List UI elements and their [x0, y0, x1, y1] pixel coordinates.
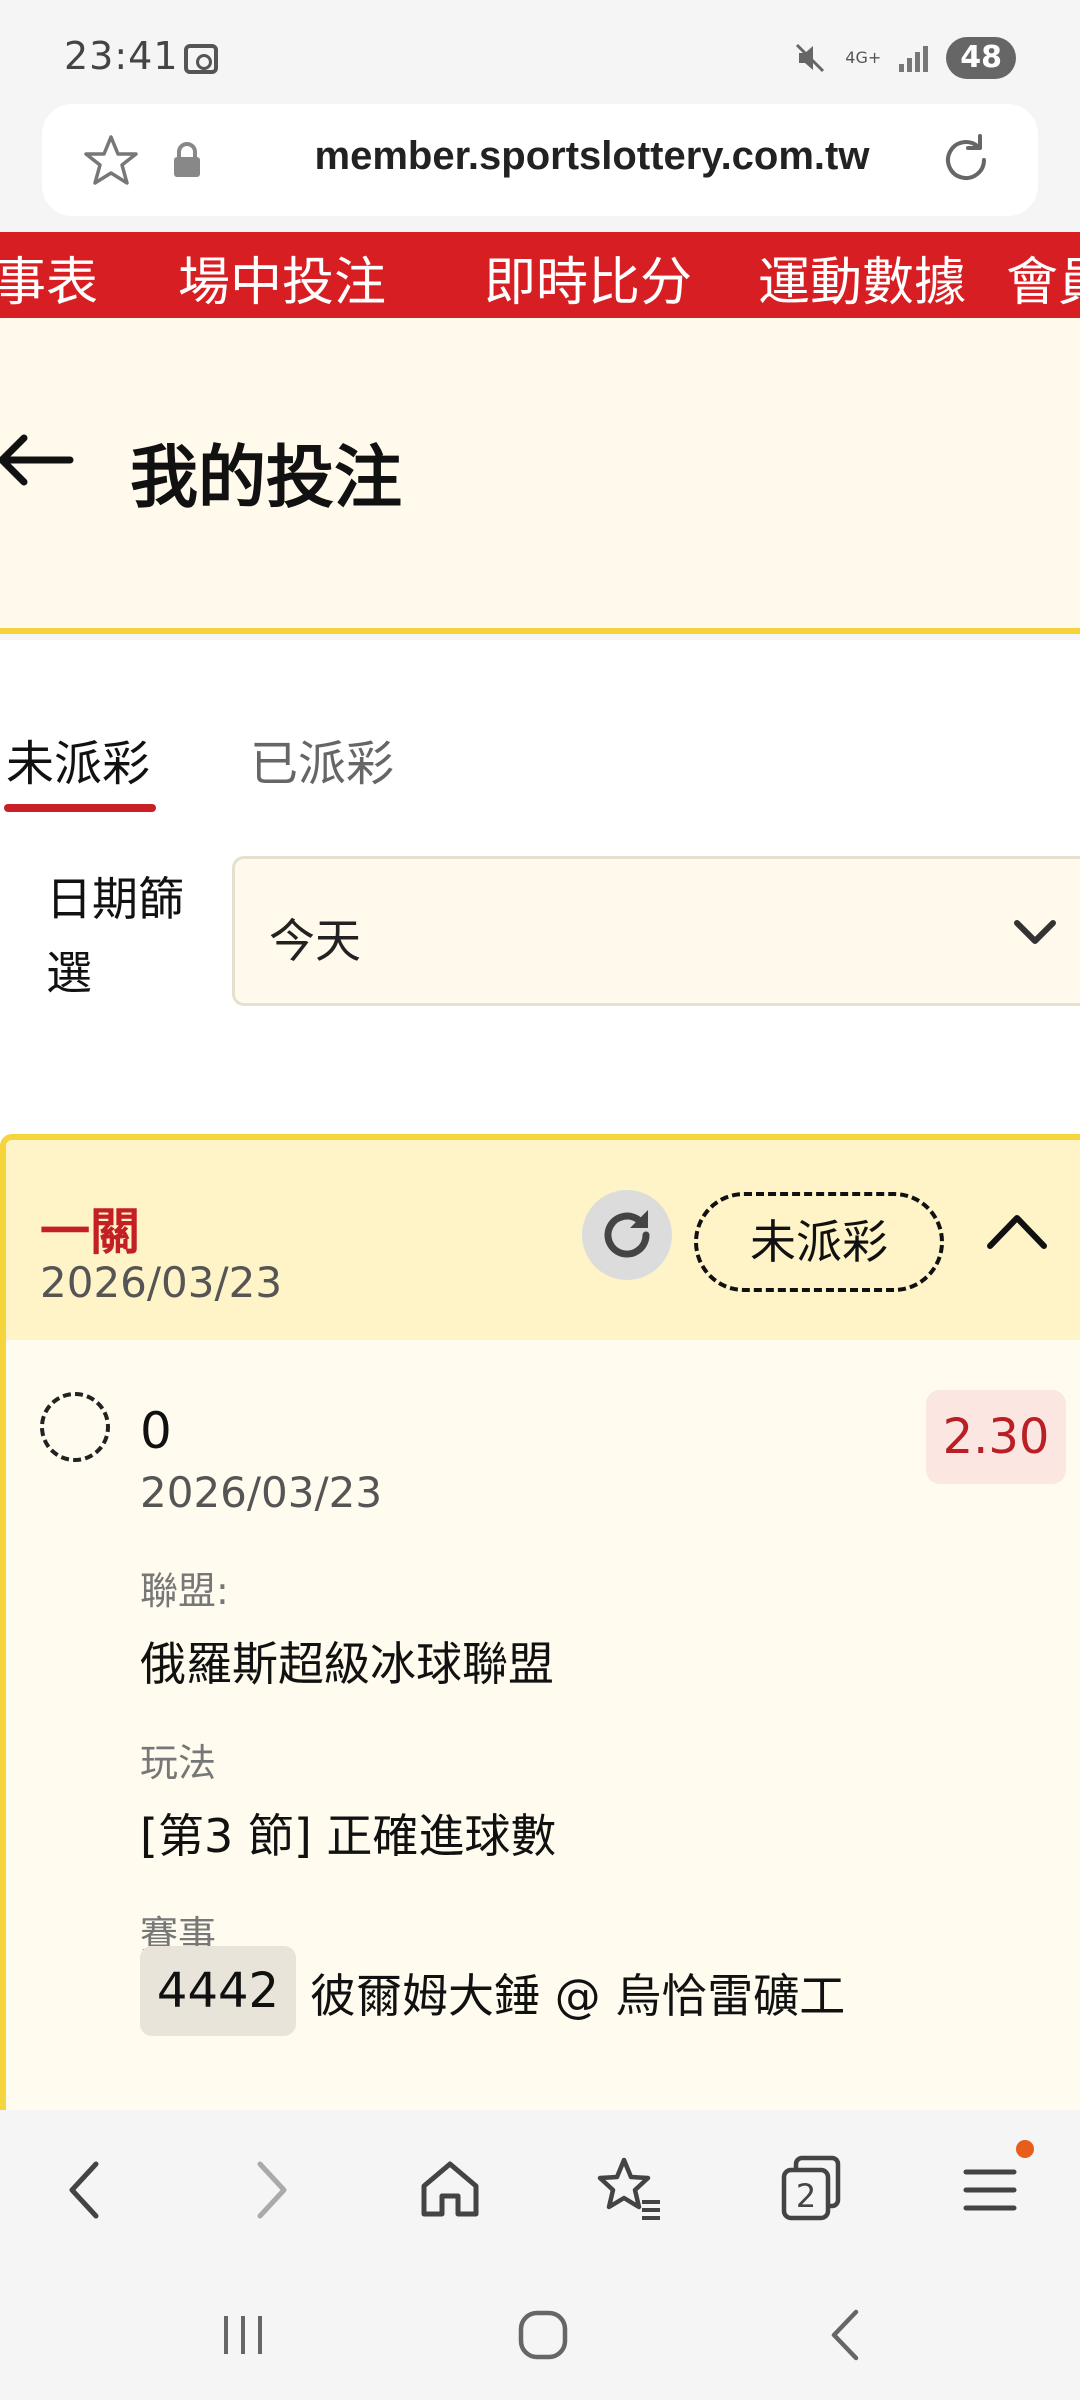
back-icon: [69, 2161, 99, 2219]
page-title: 我的投注: [130, 439, 403, 518]
bet-date: 2026/03/23: [40, 1258, 283, 1307]
market-label: 玩法: [140, 1741, 217, 1785]
status-time: 23:41: [64, 34, 179, 78]
event-name: 彼爾姆大錘 @ 烏恰雷礦工: [310, 1969, 846, 2023]
nav-item-schedule[interactable]: 事表: [0, 240, 98, 315]
page-header: 我的投注: [0, 318, 1080, 634]
home-button[interactable]: [410, 2150, 490, 2230]
menu-icon: [963, 2169, 1017, 2211]
signal-icon: [899, 44, 929, 72]
forward-button[interactable]: [230, 2150, 310, 2230]
back-nav-button[interactable]: [812, 2300, 882, 2370]
back-button[interactable]: [46, 2150, 126, 2230]
notification-dot: [1016, 2140, 1034, 2158]
selection-status-circle: [40, 1392, 110, 1462]
recent-apps-icon: [224, 2316, 262, 2354]
status-bar: 23:41 4G+ 48: [0, 0, 1080, 104]
top-nav: 事表 場中投注 即時比分 運動數據 會員: [0, 232, 1080, 318]
selection-date: 2026/03/23: [140, 1468, 383, 1517]
odds-badge: 2.30: [926, 1390, 1066, 1484]
bet-card: 一關 2026/03/23 未派彩 0 2026/03/23 2.30 聯盟: …: [0, 1134, 1080, 2110]
nav-item-sports-data[interactable]: 運動數據: [758, 240, 966, 315]
event-code: 4442: [140, 1946, 296, 2036]
screenshot-icon: [184, 44, 218, 74]
tab-unsettled[interactable]: 未派彩: [6, 724, 150, 794]
back-nav-icon: [831, 2309, 859, 2361]
bookmarks-button[interactable]: [590, 2150, 670, 2230]
main-content: 未派彩 已派彩 日期篩選 今天 一關 2026/03/23 未派彩 0 2026…: [0, 640, 1080, 2110]
selection-name: 0: [140, 1402, 172, 1460]
browser-toolbar: 2: [0, 2110, 1080, 2260]
market-value: [第3 節] 正確進球數: [140, 1809, 557, 1863]
url-bar[interactable]: member.sportslottery.com.tw: [42, 104, 1038, 216]
refresh-button[interactable]: [582, 1190, 672, 1280]
status-icons: 4G+ 48: [793, 36, 1016, 80]
refresh-icon: [604, 1210, 650, 1258]
nav-item-live-scores[interactable]: 即時比分: [484, 240, 692, 315]
chevron-up-icon[interactable]: [982, 1202, 1052, 1262]
date-filter-select[interactable]: 今天: [232, 856, 1080, 1006]
date-filter-value: 今天: [269, 914, 361, 968]
system-nav-bar: [0, 2260, 1080, 2400]
star-icon[interactable]: [82, 132, 140, 190]
tab-count: 2: [795, 2177, 817, 2215]
chevron-down-icon: [1014, 920, 1056, 944]
active-tab-indicator: [4, 804, 156, 812]
status-badge: 未派彩: [694, 1192, 944, 1292]
back-arrow-icon[interactable]: [0, 430, 76, 490]
lock-icon: [174, 142, 200, 177]
home-nav-button[interactable]: [508, 2300, 578, 2370]
tabs-button[interactable]: 2: [770, 2150, 850, 2230]
league-label: 聯盟:: [140, 1569, 229, 1613]
home-nav-icon: [518, 2310, 568, 2360]
bookmarks-icon: [597, 2157, 660, 2220]
tab-settled[interactable]: 已派彩: [250, 724, 394, 794]
nav-item-member[interactable]: 會員: [1006, 240, 1080, 315]
home-icon: [421, 2161, 479, 2217]
menu-button[interactable]: [950, 2150, 1030, 2230]
nav-item-live-betting[interactable]: 場中投注: [178, 240, 386, 315]
bet-card-header[interactable]: 一關 2026/03/23 未派彩: [6, 1140, 1080, 1340]
forward-icon: [257, 2161, 287, 2219]
network-label: 4G+: [845, 48, 882, 67]
league-value: 俄羅斯超級冰球聯盟: [140, 1637, 554, 1691]
bet-type: 一關: [40, 1203, 140, 1261]
recent-apps-button[interactable]: [208, 2300, 278, 2370]
mute-icon: [793, 41, 827, 75]
reload-icon[interactable]: [936, 130, 996, 190]
url-text[interactable]: member.sportslottery.com.tw: [262, 134, 922, 179]
date-filter-label: 日期篩選: [46, 872, 184, 1000]
battery-level: 48: [946, 37, 1016, 79]
